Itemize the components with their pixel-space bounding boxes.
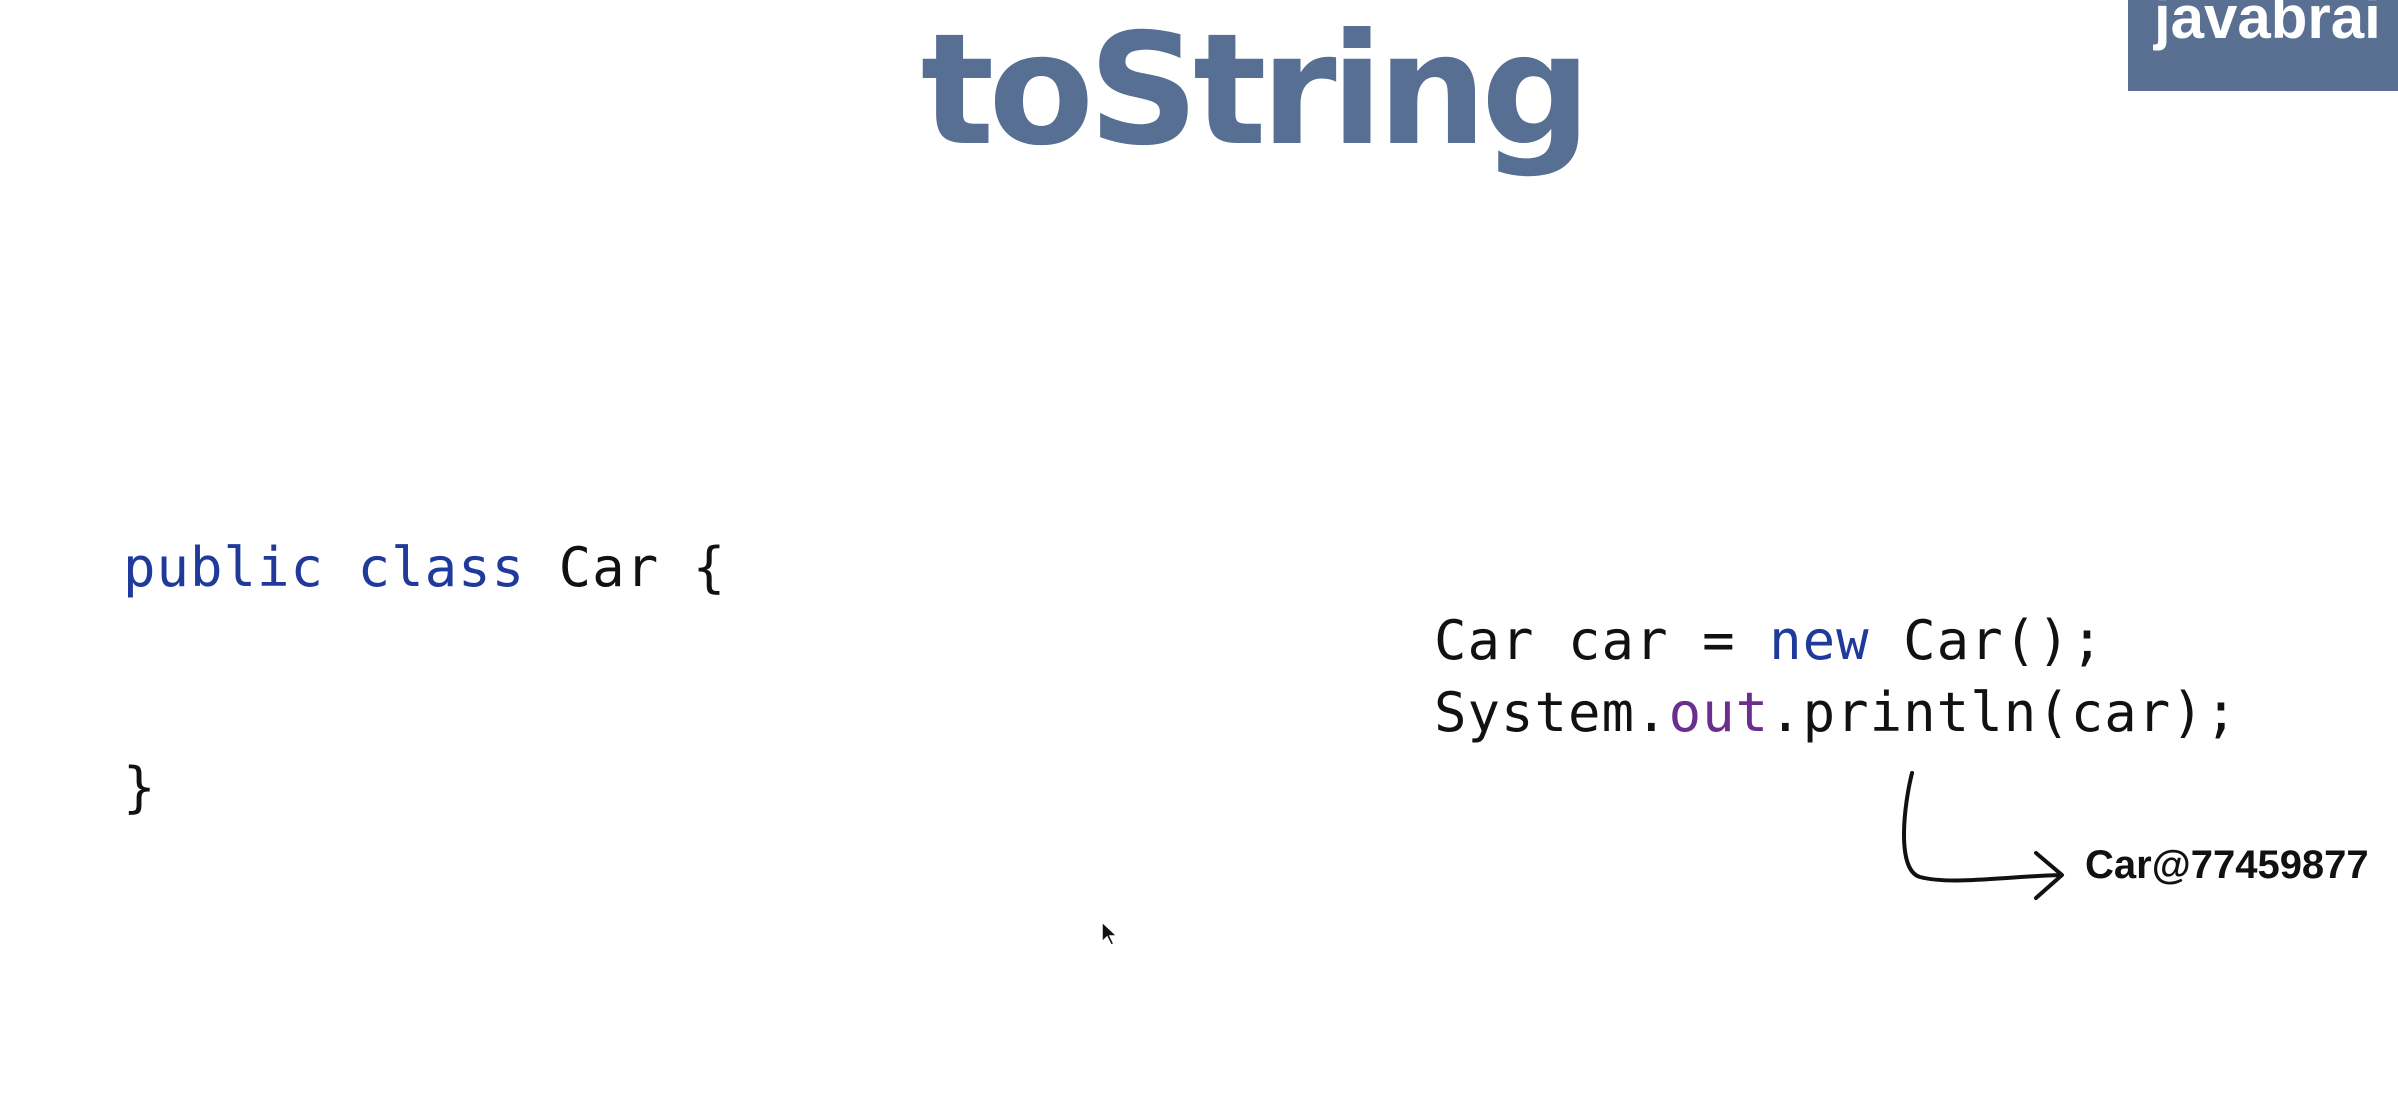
println-suffix: .println(car); (1769, 681, 2239, 744)
println-line: System.out.println(car); (1434, 677, 2238, 749)
curved-arrow-icon (1902, 771, 2064, 900)
brand-label: javabrai (2154, 0, 2381, 51)
class-declaration-line: public class Car { (123, 532, 726, 604)
println-prefix: System. (1434, 681, 1669, 744)
keyword-class: class (357, 536, 526, 599)
brand-badge: javabrai (2128, 0, 2398, 91)
field-out: out (1668, 681, 1770, 744)
instantiation-suffix: Car(); (1869, 609, 2105, 672)
keyword-new: new (1769, 609, 1870, 672)
closing-brace-line: } (123, 756, 157, 819)
instantiation-line: Car car = new Car(); (1434, 605, 2104, 677)
keyword-public: public (123, 536, 325, 599)
slide-title: toString (920, 1, 1592, 180)
class-name-text: Car { (525, 536, 727, 599)
console-output: Car@77459877 (2085, 843, 2369, 887)
mouse-cursor-icon (1101, 920, 1119, 946)
instantiation-prefix: Car car = (1434, 609, 1770, 672)
